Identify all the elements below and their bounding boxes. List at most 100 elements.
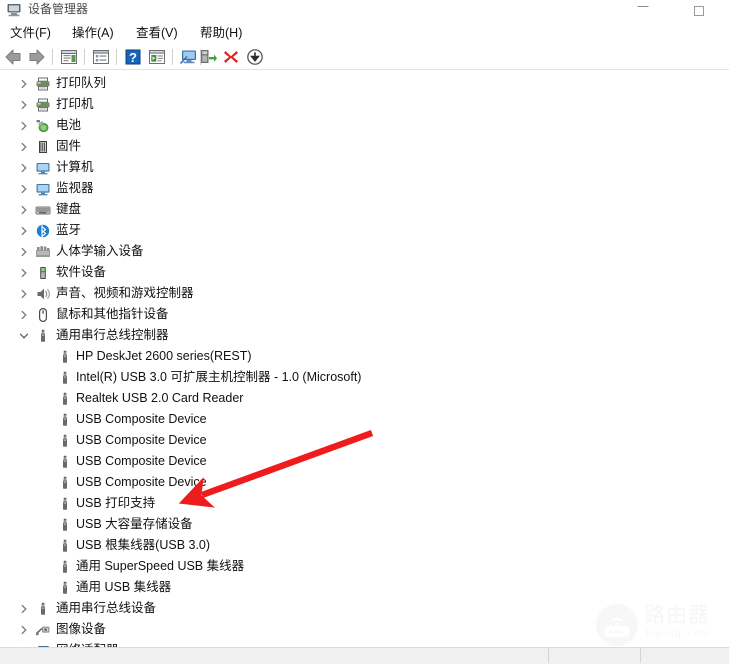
device-tree[interactable]: 打印队列打印机电池 固件计算机监视器 键盘蓝牙人体学输入设备 软件设备声音、视频和游戏…	[0, 73, 729, 648]
tree-node[interactable]: 键盘	[0, 199, 729, 220]
tree-node[interactable]: 图像设备	[0, 619, 729, 640]
chevron-right-icon[interactable]	[17, 73, 31, 94]
tree-node[interactable]: 通用串行总线控制器	[0, 325, 729, 346]
tree-node[interactable]: USB 打印支持	[0, 493, 729, 514]
chevron-right-icon[interactable]	[17, 220, 31, 241]
imaging-device-icon	[35, 622, 51, 638]
tree-node-label: USB 打印支持	[76, 496, 156, 510]
keyboard-icon	[35, 202, 51, 218]
tree-node[interactable]: 蓝牙	[0, 220, 729, 241]
tree-node[interactable]: USB Composite Device	[0, 430, 729, 451]
chevron-down-icon[interactable]	[17, 325, 31, 346]
tree-node[interactable]: Realtek USB 2.0 Card Reader	[0, 388, 729, 409]
tree-node-label: 人体学输入设备	[56, 244, 144, 258]
tree-node[interactable]: USB Composite Device	[0, 409, 729, 430]
tree-node[interactable]: 声音、视频和游戏控制器	[0, 283, 729, 304]
tree-node[interactable]: HP DeskJet 2600 series(REST)	[0, 346, 729, 367]
tree-node[interactable]: USB 大容量存储设备	[0, 514, 729, 535]
chevron-right-icon[interactable]	[17, 136, 31, 157]
minimize-button[interactable]	[620, 0, 666, 22]
tree-node-label: HP DeskJet 2600 series(REST)	[76, 349, 252, 363]
uninstall-button[interactable]	[220, 46, 242, 68]
tree-node-label: 打印机	[56, 97, 94, 111]
chevron-right-icon[interactable]	[17, 262, 31, 283]
bluetooth-icon	[35, 223, 51, 239]
chevron-right-icon[interactable]	[17, 598, 31, 619]
tree-node-label: 声音、视频和游戏控制器	[56, 286, 194, 300]
tree-node[interactable]: 固件	[0, 136, 729, 157]
menu-action[interactable]: 操作(A)	[66, 22, 120, 44]
tree-node-label: 蓝牙	[56, 223, 82, 237]
help-button[interactable]: ?	[122, 46, 144, 68]
tree-node-label: Realtek USB 2.0 Card Reader	[76, 391, 244, 405]
firmware-icon	[35, 139, 51, 155]
usb-icon	[57, 538, 73, 554]
show-hidden-button[interactable]	[90, 46, 112, 68]
tree-node[interactable]: 鼠标和其他指针设备	[0, 304, 729, 325]
tree-node[interactable]: USB Composite Device	[0, 451, 729, 472]
usb-icon	[57, 475, 73, 491]
forward-button[interactable]	[26, 46, 48, 68]
tree-node[interactable]: 计算机	[0, 157, 729, 178]
chevron-right-icon[interactable]	[17, 94, 31, 115]
update-driver-button[interactable]	[146, 46, 168, 68]
toolbar-separator	[52, 49, 53, 65]
tree-node[interactable]: 电池	[0, 115, 729, 136]
usb-icon	[57, 580, 73, 596]
usb-icon	[57, 559, 73, 575]
chevron-right-icon[interactable]	[17, 115, 31, 136]
tree-node[interactable]: 通用 USB 集线器	[0, 577, 729, 598]
minimize-icon	[637, 6, 649, 7]
add-hardware-button[interactable]	[196, 46, 218, 68]
tree-node[interactable]: USB 根集线器(USB 3.0)	[0, 535, 729, 556]
tree-node-label: 通用 USB 集线器	[76, 580, 172, 594]
tree-node[interactable]: 打印机	[0, 94, 729, 115]
mouse-icon	[35, 307, 51, 323]
chevron-right-icon[interactable]	[17, 199, 31, 220]
tree-node[interactable]: USB Composite Device	[0, 472, 729, 493]
chevron-right-icon[interactable]	[17, 241, 31, 262]
tree-node-label: 鼠标和其他指针设备	[56, 307, 169, 321]
toolbar-separator-3	[116, 49, 117, 65]
chevron-right-icon[interactable]	[17, 157, 31, 178]
chevron-right-icon[interactable]	[17, 619, 31, 640]
tree-node-label: 图像设备	[56, 622, 107, 636]
tree-node[interactable]: 软件设备	[0, 262, 729, 283]
tree-node[interactable]: 通用 SuperSpeed USB 集线器	[0, 556, 729, 577]
properties-icon	[61, 50, 77, 64]
back-button[interactable]	[2, 46, 24, 68]
disable-device-button[interactable]	[244, 46, 266, 68]
usb-icon	[57, 412, 73, 428]
menu-help[interactable]: 帮助(H)	[194, 22, 248, 44]
tree-node[interactable]: 人体学输入设备	[0, 241, 729, 262]
menu-file[interactable]: 文件(F)	[4, 22, 57, 44]
status-divider-1	[548, 648, 549, 663]
tree-node-label: 通用 SuperSpeed USB 集线器	[76, 559, 245, 573]
svg-text:?: ?	[129, 50, 137, 65]
tree-node[interactable]: 通用串行总线设备	[0, 598, 729, 619]
usb-icon	[35, 601, 51, 617]
chevron-right-icon[interactable]	[17, 283, 31, 304]
usb-icon	[57, 517, 73, 533]
tree-node-label: USB 大容量存储设备	[76, 517, 193, 531]
tree-node-label: 计算机	[56, 160, 94, 174]
usb-icon	[57, 391, 73, 407]
device-manager-window: 设备管理器 文件(F) 操作(A) 查看(V) 帮助(H) ? 打印队列 打印机…	[0, 0, 729, 664]
properties-button[interactable]	[58, 46, 80, 68]
update-driver-icon	[149, 50, 165, 64]
status-divider-2	[640, 648, 641, 663]
tree-node[interactable]: 打印队列	[0, 73, 729, 94]
sound-icon	[35, 286, 51, 302]
toolbar-separator-2	[84, 49, 85, 65]
title-bar: 设备管理器	[0, 0, 729, 22]
chevron-right-icon[interactable]	[17, 304, 31, 325]
menu-bar: 文件(F) 操作(A) 查看(V) 帮助(H)	[0, 22, 729, 44]
tree-node[interactable]: Intel(R) USB 3.0 可扩展主机控制器 - 1.0 (Microso…	[0, 367, 729, 388]
tree-node[interactable]: 监视器	[0, 178, 729, 199]
menu-view[interactable]: 查看(V)	[130, 22, 184, 44]
toolbar-divider	[0, 69, 729, 70]
chevron-right-icon[interactable]	[17, 178, 31, 199]
software-device-icon	[35, 265, 51, 281]
tree-node-label: 软件设备	[56, 265, 107, 279]
maximize-button[interactable]	[676, 0, 722, 22]
